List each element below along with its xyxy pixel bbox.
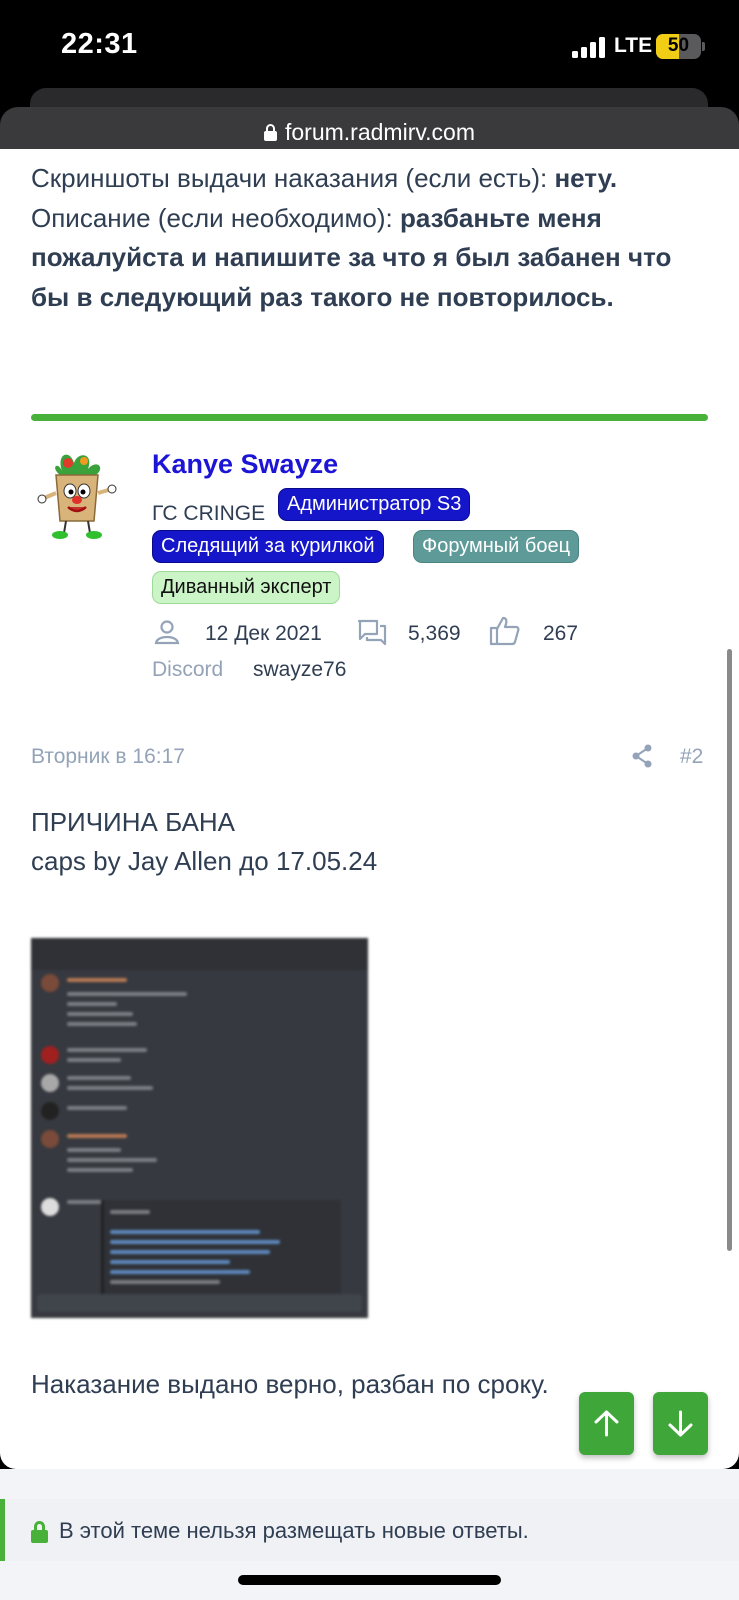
post-divider xyxy=(31,414,708,421)
lock-icon xyxy=(31,1521,48,1543)
messages-icon xyxy=(357,619,387,646)
battery-percent: 50 xyxy=(667,35,690,56)
discord-label: Discord xyxy=(152,658,224,681)
signal-icon xyxy=(572,37,606,58)
battery-icon: 50 xyxy=(656,34,701,59)
badge-smoking-room-watcher: Следящий за курилкой xyxy=(152,530,384,563)
scroll-up-button[interactable] xyxy=(579,1392,634,1455)
badge-couch-expert: Диванный эксперт xyxy=(152,571,341,604)
user-icon xyxy=(154,620,180,645)
arrow-up-icon xyxy=(594,1410,619,1437)
share-icon[interactable] xyxy=(631,744,653,768)
status-time: 22:31 xyxy=(61,28,138,60)
message-count: 5,369 xyxy=(408,622,461,645)
verdict-text: Наказание выдано верно, разбан по сроку. xyxy=(31,1369,549,1399)
post-number[interactable]: #2 xyxy=(680,745,703,769)
post-body: ПРИЧИНА БАНА caps by Jay Allen до 17.05.… xyxy=(31,803,377,881)
thumbs-up-icon xyxy=(489,616,520,646)
badge-forum-fighter: Форумный боец xyxy=(413,530,580,563)
lock-icon xyxy=(264,124,277,141)
author-title: ГС CRINGE xyxy=(152,502,266,525)
locked-thread-text: В этой теме нельзя размещать новые ответ… xyxy=(59,1518,529,1543)
previous-post-text: Скриншоты выдачи наказания (если есть): … xyxy=(31,159,711,317)
page-content: Скриншоты выдачи наказания (если есть): … xyxy=(0,149,739,1469)
author-name[interactable]: Kanye Swayze xyxy=(152,449,338,480)
discord-value: swayze76 xyxy=(253,658,347,681)
home-indicator[interactable] xyxy=(238,1575,501,1585)
reaction-count: 267 xyxy=(543,622,579,645)
scroll-down-button[interactable] xyxy=(653,1392,708,1455)
description-label: Описание (если необходимо): xyxy=(31,202,400,233)
locked-thread-notice: В этой теме нельзя размещать новые ответ… xyxy=(0,1499,739,1561)
screenshots-value: нету. xyxy=(554,163,618,193)
battery-tip xyxy=(702,42,705,51)
reason-text: caps by Jay Allen до 17.05.24 xyxy=(31,846,378,876)
arrow-down-icon xyxy=(668,1410,693,1437)
screenshots-label: Скриншоты выдачи наказания (если есть): xyxy=(31,163,555,193)
avatar[interactable] xyxy=(36,449,118,541)
address-bar[interactable]: forum.radmirv.com xyxy=(0,107,739,149)
network-type: LTE xyxy=(614,34,653,57)
post-date[interactable]: Вторник в 16:17 xyxy=(31,745,185,769)
attached-screenshot[interactable] xyxy=(31,938,368,1318)
url-text: forum.radmirv.com xyxy=(285,119,475,145)
badge-administrator: Администратор S3 xyxy=(278,488,471,521)
scrollbar[interactable] xyxy=(727,649,732,1251)
status-bar: 22:31 LTE 50 xyxy=(0,0,739,100)
joined-date: 12 Дек 2021 xyxy=(205,622,322,645)
reason-title: ПРИЧИНА БАНА xyxy=(31,807,236,837)
